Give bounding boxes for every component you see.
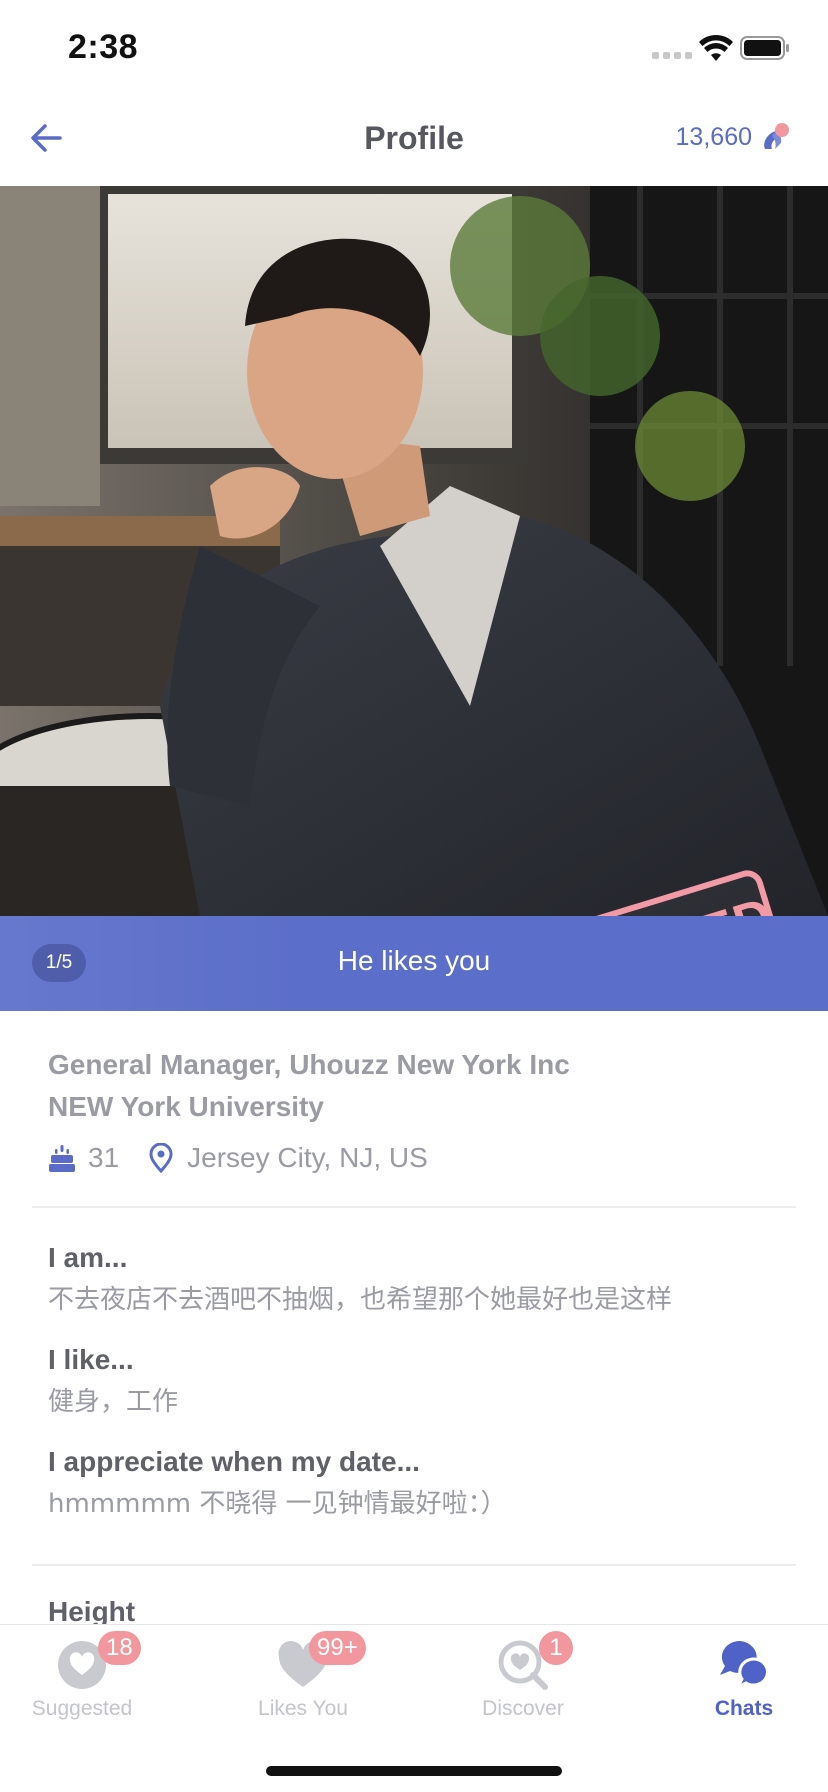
profile-screen: 2:38 Profile 13,660 1/5 He likes you Gen… <box>0 0 828 1792</box>
battery-icon <box>740 36 789 60</box>
likes-you-text: He likes you <box>337 945 491 976</box>
tab-label: Chats <box>714 1697 774 1720</box>
tab-chats[interactable]: Chats <box>664 1625 824 1735</box>
tab-label: Suggested <box>31 1697 133 1720</box>
profile-meta: 31 Jersey City, NJ, US <box>48 1138 788 1178</box>
tab-suggested[interactable]: 18 Suggested <box>2 1625 162 1735</box>
school: NEW York University <box>48 1091 324 1122</box>
profile-prompts: I am... 不去夜店不去酒吧不抽烟，也希望那个她最好也是这样 I like.… <box>48 1238 808 1544</box>
prompt-question: I am... <box>48 1242 128 1273</box>
prompt-item: I am... 不去夜店不去酒吧不抽烟，也希望那个她最好也是这样 <box>48 1238 808 1320</box>
likes-you-badge: 99+ <box>309 1631 366 1665</box>
tab-likes-you[interactable]: 99+ Likes You <box>223 1625 383 1735</box>
age: 31 <box>88 1142 120 1173</box>
location: Jersey City, NJ, US <box>187 1142 428 1173</box>
coin-icon <box>764 123 789 149</box>
prompt-answer: 不去夜店不去酒吧不抽烟，也希望那个她最好也是这样 <box>48 1285 673 1315</box>
prompt-question: I appreciate when my date... <box>48 1446 420 1477</box>
status-bar: 2:38 <box>0 0 828 96</box>
profile-info: General Manager, Uhouzz New York Inc NEW… <box>48 1044 788 1178</box>
cellular-signal-icon <box>652 52 692 59</box>
location-pin-icon <box>149 1143 173 1173</box>
birthday-cake-icon <box>49 1145 75 1172</box>
coin-balance-button[interactable]: 13,660 <box>676 122 790 152</box>
prompt-item: I appreciate when my date... hmmmmm 不晓得 … <box>48 1442 808 1524</box>
prompt-item: I like... 健身，工作 <box>48 1340 808 1422</box>
wifi-icon <box>699 34 733 61</box>
divider <box>32 1206 796 1208</box>
discover-badge: 1 <box>539 1631 573 1665</box>
nav-bar: Profile 13,660 <box>0 96 828 186</box>
job-title: General Manager, Uhouzz New York Inc <box>48 1049 570 1080</box>
tab-label: Discover <box>482 1697 564 1720</box>
home-indicator <box>266 1766 562 1776</box>
tab-discover[interactable]: 1 Discover <box>443 1625 603 1735</box>
profile-photo-image <box>0 186 828 916</box>
status-time: 2:38 <box>68 28 139 66</box>
profile-photo[interactable]: CONNECTED <box>0 186 828 916</box>
coin-count: 13,660 <box>675 122 752 151</box>
likes-you-banner: 1/5 He likes you <box>0 916 828 1011</box>
divider <box>32 1564 796 1566</box>
prompt-answer: 健身，工作 <box>48 1387 179 1417</box>
prompt-answer: hmmmmm 不晓得 一见钟情最好啦：） <box>48 1489 507 1519</box>
prompt-question: I like... <box>48 1344 134 1375</box>
suggested-badge: 18 <box>98 1631 141 1665</box>
chat-bubbles-icon <box>720 1640 769 1691</box>
tab-label: Likes You <box>258 1697 348 1720</box>
